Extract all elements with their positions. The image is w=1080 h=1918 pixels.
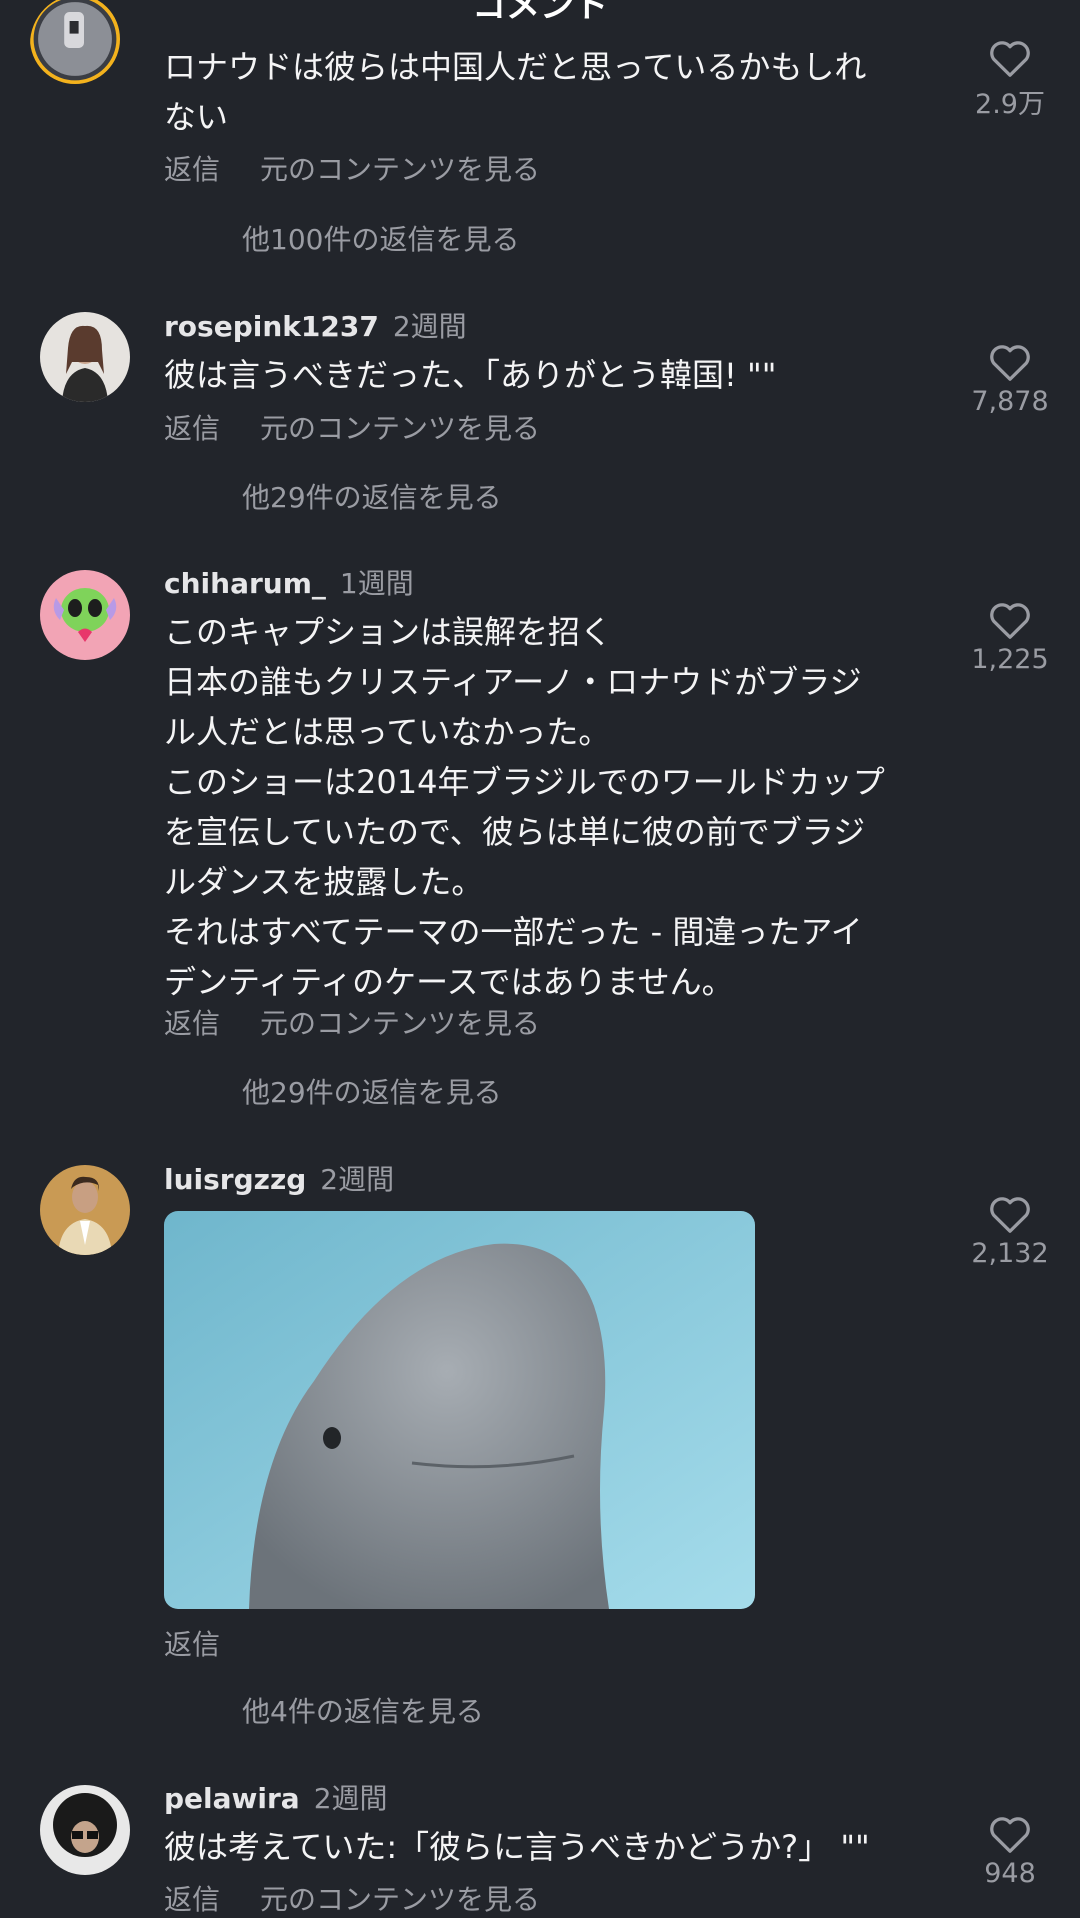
heart-icon (990, 41, 1030, 77)
username[interactable]: pelawira (164, 1782, 300, 1815)
like-button[interactable]: 2,132 (960, 1194, 1060, 1269)
like-count: 2,132 (971, 1238, 1049, 1269)
timestamp: 2週間 (320, 1163, 395, 1196)
timestamp: 2週間 (392, 310, 467, 343)
like-button[interactable]: 948 (960, 1814, 1060, 1889)
comment-meta: chiharum_ 1週間 (164, 562, 414, 602)
comment-text: このキャプションは誤解を招く 日本の誰もクリスティアーノ・ロナウドがブラジ ル人… (164, 613, 885, 1001)
heart-icon (990, 1197, 1030, 1233)
heart-icon (990, 603, 1030, 639)
comment-meta: rosepink1237 2週間 (164, 305, 467, 345)
like-button[interactable]: 2.9万 (960, 38, 1060, 121)
timestamp: 2週間 (313, 1782, 388, 1815)
reply-button[interactable]: 返信 (164, 1883, 220, 1916)
comment-text: ロナウドは彼らは中国人だと思っているかもしれ ない (164, 48, 867, 136)
avatar[interactable] (40, 570, 130, 660)
page-title: コメント (472, 0, 608, 26)
like-count: 948 (984, 1858, 1036, 1889)
like-count: 1,225 (971, 644, 1049, 675)
comment-text: 彼は考えていた:「彼らに言うべきかどうか?」 "" (164, 1828, 870, 1866)
avatar-image (40, 1165, 130, 1255)
username[interactable]: rosepink1237 (164, 310, 379, 343)
avatar[interactable] (40, 312, 130, 402)
view-more-replies-button[interactable]: 他29件の返信を見る (242, 476, 502, 516)
avatar-image (40, 312, 130, 402)
view-more-replies-button[interactable]: 他29件の返信を見る (242, 1071, 502, 1111)
comment-actions: 返信 元のコンテンツを見る (164, 407, 540, 447)
heart-icon (990, 345, 1030, 381)
avatar[interactable] (40, 1165, 130, 1255)
like-count: 2.9万 (975, 89, 1045, 120)
view-original-button[interactable]: 元のコンテンツを見る (260, 153, 540, 186)
avatar-image (40, 1785, 130, 1875)
beluga-whale-image (164, 1211, 755, 1609)
reply-button[interactable]: 返信 (164, 153, 220, 186)
like-button[interactable]: 7,878 (960, 342, 1060, 417)
comment-actions: 返信 (164, 1623, 220, 1663)
avatar-image (40, 570, 130, 660)
reply-button[interactable]: 返信 (164, 1628, 220, 1661)
like-count: 7,878 (971, 386, 1049, 417)
avatar[interactable] (40, 1785, 130, 1875)
comment-gif-image[interactable] (164, 1211, 755, 1609)
comment-meta: luisrgzzg 2週間 (164, 1158, 394, 1198)
reply-button[interactable]: 返信 (164, 412, 220, 445)
avatar[interactable] (30, 0, 130, 94)
timestamp: 1週間 (339, 567, 414, 600)
like-button[interactable]: 1,225 (960, 600, 1060, 675)
comment-actions: 返信 元のコンテンツを見る (164, 1002, 540, 1042)
username[interactable]: luisrgzzg (164, 1163, 306, 1196)
comment-text: 彼は言うべきだった、「ありがとう韓国! "" (164, 356, 777, 394)
comment-actions: 返信 元のコンテンツを見る (164, 1878, 540, 1918)
comment-meta: pelawira 2週間 (164, 1777, 388, 1817)
view-more-replies-button[interactable]: 他100件の返信を見る (242, 218, 519, 258)
view-original-button[interactable]: 元のコンテンツを見る (260, 1883, 540, 1916)
avatar-image (30, 0, 120, 84)
view-original-button[interactable]: 元のコンテンツを見る (260, 412, 540, 445)
reply-button[interactable]: 返信 (164, 1007, 220, 1040)
view-more-replies-button[interactable]: 他4件の返信を見る (242, 1690, 484, 1730)
view-original-button[interactable]: 元のコンテンツを見る (260, 1007, 540, 1040)
heart-icon (990, 1817, 1030, 1853)
username[interactable]: chiharum_ (164, 567, 326, 600)
comment-actions: 返信 元のコンテンツを見る (164, 148, 540, 188)
